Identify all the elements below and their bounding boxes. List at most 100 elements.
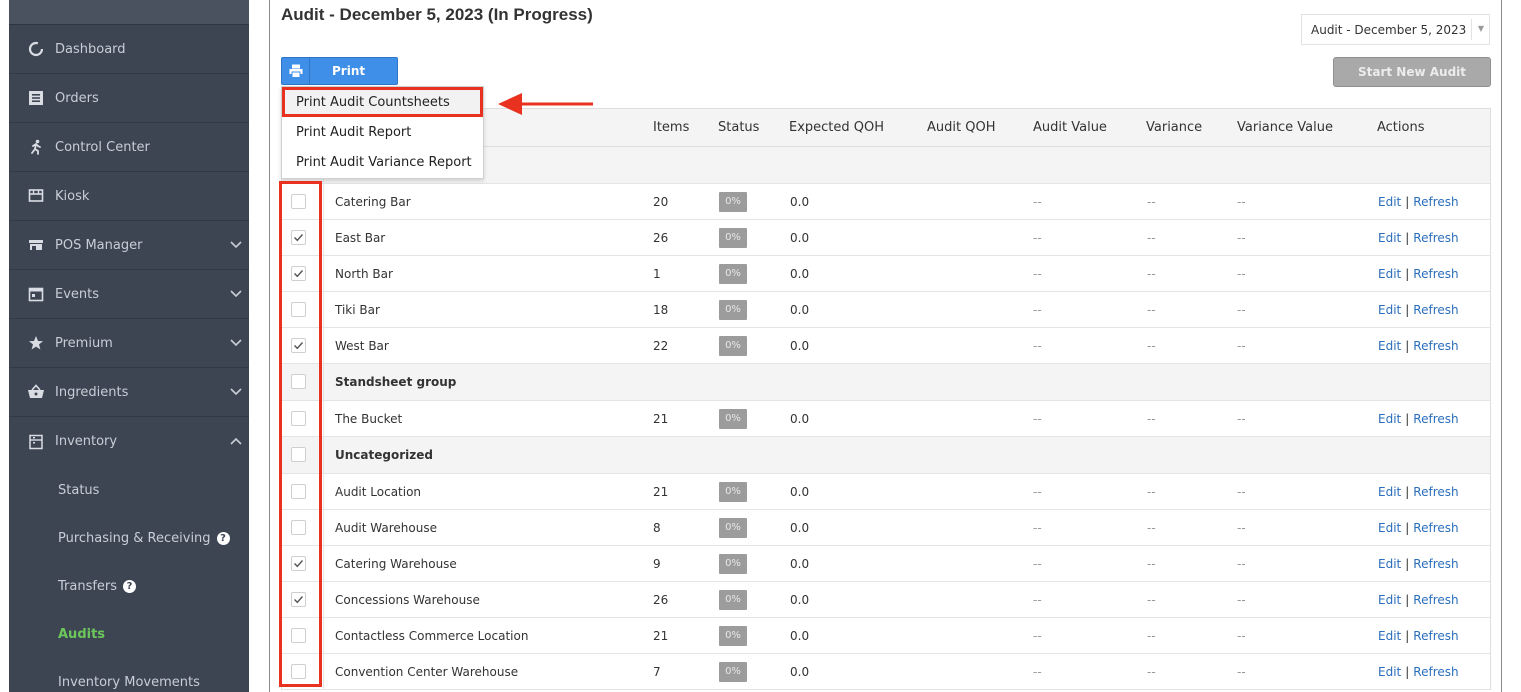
edit-link[interactable]: Edit: [1378, 629, 1401, 643]
edit-link[interactable]: Edit: [1378, 557, 1401, 571]
refresh-link[interactable]: Refresh: [1413, 665, 1458, 679]
edit-link[interactable]: Edit: [1378, 665, 1401, 679]
row-checkbox[interactable]: [291, 556, 306, 571]
sidebar-item-orders[interactable]: Orders: [9, 74, 249, 123]
edit-link[interactable]: Edit: [1378, 485, 1401, 499]
variance-cell: --: [1147, 520, 1156, 535]
expected-qoh-value: 0.0: [790, 628, 810, 643]
sidebar-item-label: Inventory: [55, 434, 118, 449]
edit-link[interactable]: Edit: [1378, 195, 1401, 209]
help-icon[interactable]: ?: [216, 531, 230, 545]
audit-value-cell: --: [1033, 338, 1042, 353]
refresh-link[interactable]: Refresh: [1413, 593, 1458, 607]
location-name: The Bucket: [335, 411, 403, 426]
sidebar-item-events[interactable]: Events: [9, 270, 249, 319]
column-header-audit-qoh[interactable]: Audit QOH: [927, 109, 995, 146]
row-checkbox[interactable]: [291, 592, 306, 607]
menu-item-print-audit-report[interactable]: Print Audit Report: [282, 117, 483, 147]
group-name: Uncategorized: [335, 448, 433, 462]
sidebar-item-ingredients[interactable]: Ingredients: [9, 368, 249, 417]
variance-cell: --: [1147, 266, 1156, 281]
column-header-status[interactable]: Status: [718, 109, 759, 146]
column-header-expected-qoh[interactable]: Expected QOH: [789, 109, 884, 146]
sidebar-item-label: POS Manager: [55, 237, 143, 253]
refresh-link[interactable]: Refresh: [1413, 412, 1458, 426]
refresh-link[interactable]: Refresh: [1413, 629, 1458, 643]
variance-cell: --: [1147, 664, 1156, 679]
kiosk-icon: [26, 186, 46, 206]
actions-cell: Edit | Refresh: [1378, 510, 1459, 545]
status-cell: 0%: [719, 328, 747, 363]
menu-item-print-audit-countsheets[interactable]: Print Audit Countsheets: [282, 87, 483, 117]
sidebar-subitem-purchasing-receiving[interactable]: Purchasing & Receiving ?: [9, 514, 249, 562]
chevron-down-icon[interactable]: [229, 336, 243, 350]
menu-item-print-audit-variance-report[interactable]: Print Audit Variance Report: [282, 147, 483, 177]
sidebar-subitem-status[interactable]: Status: [9, 466, 249, 514]
row-checkbox[interactable]: [291, 484, 306, 499]
column-header-items[interactable]: Items: [653, 109, 689, 146]
annotation-arrow-icon: [498, 93, 593, 115]
sidebar-subitem-transfers[interactable]: Transfers ?: [9, 562, 249, 610]
action-separator: |: [1405, 484, 1410, 499]
edit-link[interactable]: Edit: [1378, 339, 1401, 353]
sidebar-subitem-inventory-movements[interactable]: Inventory Movements: [9, 658, 249, 692]
sidebar-item-control-center[interactable]: Control Center: [9, 123, 249, 172]
audit-value-cell: --: [1033, 592, 1042, 607]
location-name: Catering Bar: [335, 194, 411, 209]
edit-link[interactable]: Edit: [1378, 593, 1401, 607]
refresh-link[interactable]: Refresh: [1413, 195, 1458, 209]
column-header-variance[interactable]: Variance: [1146, 109, 1202, 146]
row-checkbox[interactable]: [291, 230, 306, 245]
row-checkbox[interactable]: [291, 194, 306, 209]
refresh-link[interactable]: Refresh: [1413, 267, 1458, 281]
items-count: 20: [653, 194, 669, 209]
group-row: Uncategorized: [282, 437, 1490, 474]
row-checkbox[interactable]: [291, 664, 306, 679]
chevron-down-icon[interactable]: [229, 385, 243, 399]
refresh-link[interactable]: Refresh: [1413, 485, 1458, 499]
row-checkbox[interactable]: [291, 411, 306, 426]
refresh-link[interactable]: Refresh: [1413, 557, 1458, 571]
chevron-down-icon[interactable]: [229, 287, 243, 301]
chevron-up-icon[interactable]: [229, 434, 243, 448]
status-badge: 0%: [719, 408, 747, 429]
action-separator: |: [1405, 230, 1410, 245]
start-new-audit-button[interactable]: Start New Audit: [1333, 57, 1491, 87]
audit-select-value: Audit - December 5, 2023: [1311, 22, 1467, 37]
sidebar-item-label: Dashboard: [55, 41, 126, 57]
refresh-link[interactable]: Refresh: [1413, 521, 1458, 535]
help-icon[interactable]: ?: [123, 579, 137, 593]
sidebar-subitem-audits[interactable]: Audits: [9, 610, 249, 658]
row-checkbox[interactable]: [291, 520, 306, 535]
sidebar-item-premium[interactable]: Premium: [9, 319, 249, 368]
audit-select[interactable]: Audit - December 5, 2023 ▼: [1301, 14, 1490, 45]
status-badge: 0%: [719, 335, 747, 356]
actions-cell: Edit | Refresh: [1378, 474, 1459, 509]
row-checkbox[interactable]: [291, 302, 306, 317]
column-header-audit-value[interactable]: Audit Value: [1033, 109, 1107, 146]
edit-link[interactable]: Edit: [1378, 303, 1401, 317]
edit-link[interactable]: Edit: [1378, 412, 1401, 426]
group-checkbox[interactable]: [291, 374, 306, 389]
sidebar-item-inventory[interactable]: Inventory: [9, 417, 249, 466]
refresh-link[interactable]: Refresh: [1413, 303, 1458, 317]
print-dropdown-menu: Print Audit Countsheets Print Audit Repo…: [281, 86, 484, 179]
print-button[interactable]: Print: [281, 57, 398, 85]
edit-link[interactable]: Edit: [1378, 267, 1401, 281]
row-checkbox[interactable]: [291, 338, 306, 353]
variance-value-cell: --: [1237, 194, 1246, 209]
refresh-link[interactable]: Refresh: [1413, 339, 1458, 353]
sidebar-item-dashboard[interactable]: Dashboard: [9, 25, 249, 74]
sidebar-item-kiosk[interactable]: Kiosk: [9, 172, 249, 221]
edit-link[interactable]: Edit: [1378, 521, 1401, 535]
group-checkbox[interactable]: [291, 447, 306, 462]
sidebar-item-pos-manager[interactable]: POS Manager: [9, 221, 249, 270]
row-checkbox[interactable]: [291, 266, 306, 281]
edit-link[interactable]: Edit: [1378, 231, 1401, 245]
sidebar-subitem-label: Audits: [58, 626, 106, 642]
column-divider: [323, 474, 324, 509]
row-checkbox[interactable]: [291, 628, 306, 643]
chevron-down-icon[interactable]: [229, 238, 243, 252]
column-header-variance-value[interactable]: Variance Value: [1237, 109, 1333, 146]
refresh-link[interactable]: Refresh: [1413, 231, 1458, 245]
